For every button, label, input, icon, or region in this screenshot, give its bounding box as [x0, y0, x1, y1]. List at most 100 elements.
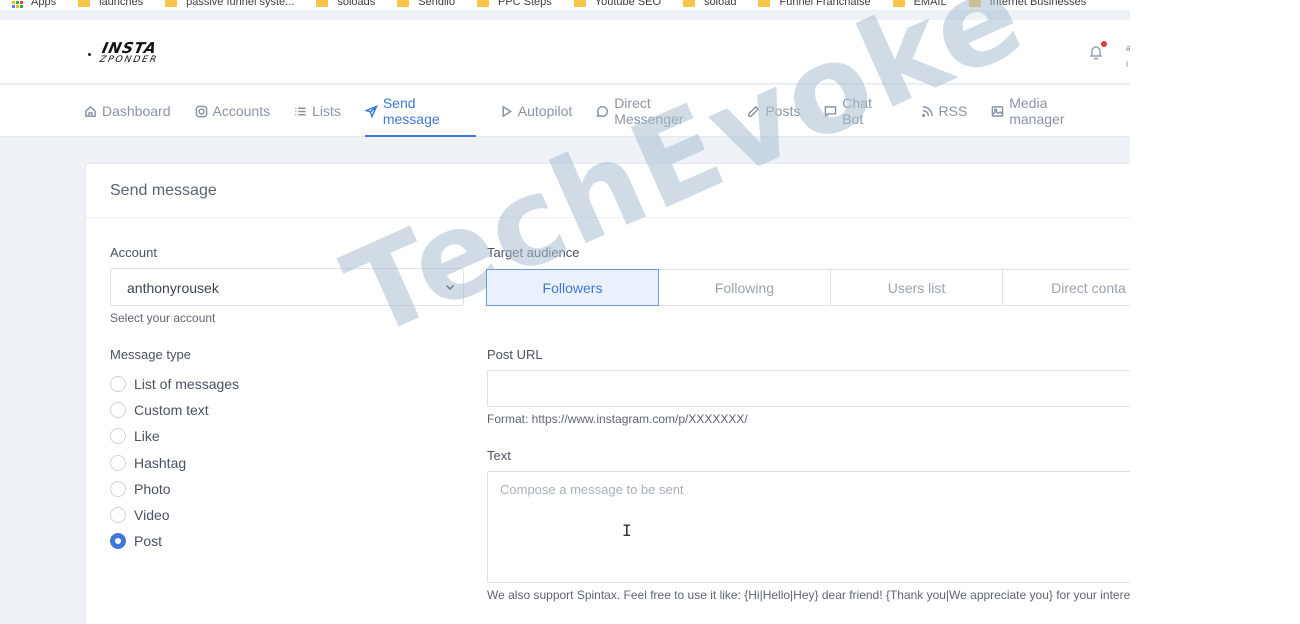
radio-like[interactable]: Like — [110, 423, 239, 449]
nav-label: Lists — [312, 103, 341, 119]
pencil-icon — [748, 105, 760, 117]
nav-lists[interactable]: Lists — [294, 85, 341, 137]
folder-icon — [165, 0, 178, 7]
radio-label: List of messages — [134, 376, 240, 393]
textarea-placeholder: Compose a message to be sent — [500, 482, 684, 497]
main-nav: Dashboard Accounts Lists Send message Au… — [84, 85, 1130, 137]
folder-icon — [758, 0, 771, 7]
notification-bell-icon[interactable] — [1088, 41, 1107, 60]
folder-icon — [968, 0, 981, 7]
bookmark-label: soloads — [337, 0, 376, 8]
folder-icon — [397, 0, 410, 7]
bookmark-label: EMAIL — [913, 0, 947, 8]
bookmark-youtube-seo[interactable]: Youtube SEO — [573, 0, 662, 8]
nav-dashboard[interactable]: Dashboard — [84, 85, 171, 137]
bookmark-label: PPC Steps — [497, 0, 552, 8]
radio-circle-checked — [110, 533, 126, 550]
radio-label: Post — [134, 533, 163, 550]
message-type-label: Message type — [110, 347, 191, 362]
account-label: Account — [110, 245, 157, 260]
bookmark-email[interactable]: EMAIL — [892, 0, 947, 8]
bookmark-label: Funnel Franchaise — [779, 0, 871, 8]
text-cursor-icon: I — [622, 521, 632, 540]
chevron-down-icon — [445, 284, 455, 291]
bookmark-apps[interactable]: Apps — [12, 0, 56, 8]
post-url-format-help: Format: https://www.instagram.com/p/XXXX… — [487, 412, 748, 426]
nav-label: Dashboard — [102, 103, 171, 119]
list-icon — [295, 107, 306, 115]
nav-rss[interactable]: RSS — [921, 85, 968, 137]
nav-label: Accounts — [212, 103, 271, 119]
text-label: Text — [487, 448, 511, 463]
bookmark-ppc-steps[interactable]: PPC Steps — [476, 0, 552, 8]
nav-label: Autopilot — [517, 103, 573, 119]
play-icon — [502, 105, 512, 117]
nav-label: Chat Bot — [842, 95, 872, 127]
target-following-button[interactable]: Following — [658, 269, 831, 306]
post-url-input[interactable] — [487, 370, 1130, 407]
notification-dot — [1101, 41, 1107, 47]
nav-label: Posts — [765, 103, 801, 119]
nav-label: Media manager — [1009, 95, 1065, 127]
home-icon — [85, 105, 96, 117]
radio-circle — [110, 376, 126, 393]
nav-media-manager[interactable]: Media manager — [991, 85, 1106, 137]
radio-label: Hashtag — [134, 454, 187, 471]
target-followers-button[interactable]: Followers — [486, 269, 659, 306]
target-audience-segmented-control: Followers Following Users list Direct co… — [486, 269, 1130, 306]
bookmark-soload[interactable]: soload — [683, 0, 736, 8]
nav-accounts[interactable]: Accounts — [195, 85, 271, 137]
bookmark-soloads[interactable]: soloads — [316, 0, 375, 8]
chat-bubble-icon — [596, 105, 609, 117]
bookmark-passive-funnel[interactable]: passive funnel syste... — [165, 0, 294, 8]
radio-label: Custom text — [134, 402, 209, 419]
apps-grid-icon — [12, 0, 23, 8]
radio-label: Photo — [134, 480, 171, 497]
account-select[interactable]: anthonyrousek — [110, 268, 464, 306]
radio-post[interactable]: Post — [110, 528, 239, 554]
send-icon — [364, 104, 378, 118]
radio-label: Like — [134, 428, 160, 445]
app-viewport: Apps launches passive funnel syste... so… — [0, 0, 1130, 624]
target-direct-contacts-button[interactable]: Direct conta — [1002, 269, 1130, 306]
bookmark-label: passive funnel syste... — [186, 0, 295, 8]
bookmark-label: Apps — [31, 0, 57, 8]
bookmark-sendiio[interactable]: Sendiio — [397, 0, 455, 8]
rss-icon — [921, 105, 933, 117]
radio-circle — [110, 428, 126, 445]
radio-circle — [110, 507, 126, 524]
folder-icon — [683, 0, 696, 7]
radio-photo[interactable]: Photo — [110, 476, 239, 502]
bookmark-label: Sendiio — [418, 0, 455, 8]
radio-circle — [110, 480, 126, 497]
radio-custom-text[interactable]: Custom text — [110, 397, 239, 423]
main-nav-bar: Dashboard Accounts Lists Send message Au… — [0, 85, 1130, 137]
target-audience-label: Target audience — [487, 245, 580, 260]
folder-icon — [78, 0, 91, 7]
bookmark-funnel-franchaise[interactable]: Funnel Franchaise — [758, 0, 871, 8]
target-users-list-button[interactable]: Users list — [830, 269, 1003, 306]
bookmark-label: Youtube SEO — [594, 0, 662, 8]
folder-icon — [316, 0, 329, 7]
nav-direct-messenger[interactable]: Direct Messenger — [596, 85, 723, 137]
radio-list-of-messages[interactable]: List of messages — [110, 371, 239, 397]
bookmarks-bar: Apps launches passive funnel syste... so… — [0, 0, 1130, 10]
folder-icon — [892, 0, 905, 7]
nav-label: RSS — [938, 103, 968, 119]
radio-video[interactable]: Video — [110, 502, 239, 528]
nav-autopilot[interactable]: Autopilot — [500, 85, 572, 137]
nav-chat-bot[interactable]: Chat Bot — [824, 85, 896, 137]
nav-posts[interactable]: Posts — [747, 85, 800, 137]
app-logo[interactable]: INSTA ZPONDER — [88, 39, 159, 66]
radio-label: Video — [134, 507, 170, 524]
radio-hashtag[interactable]: Hashtag — [110, 450, 239, 476]
nav-send-message[interactable]: Send message — [364, 85, 476, 137]
user-menu-stub[interactable]: a i — [1126, 40, 1130, 72]
bookmark-launches[interactable]: launches — [78, 0, 143, 8]
radio-circle — [110, 402, 126, 419]
account-help-text: Select your account — [110, 311, 216, 325]
bookmark-label: launches — [99, 0, 144, 8]
post-url-label: Post URL — [487, 347, 543, 362]
message-textarea[interactable]: Compose a message to be sent — [487, 471, 1130, 583]
bookmark-internet-businesses[interactable]: Internet Businesses — [968, 0, 1086, 8]
